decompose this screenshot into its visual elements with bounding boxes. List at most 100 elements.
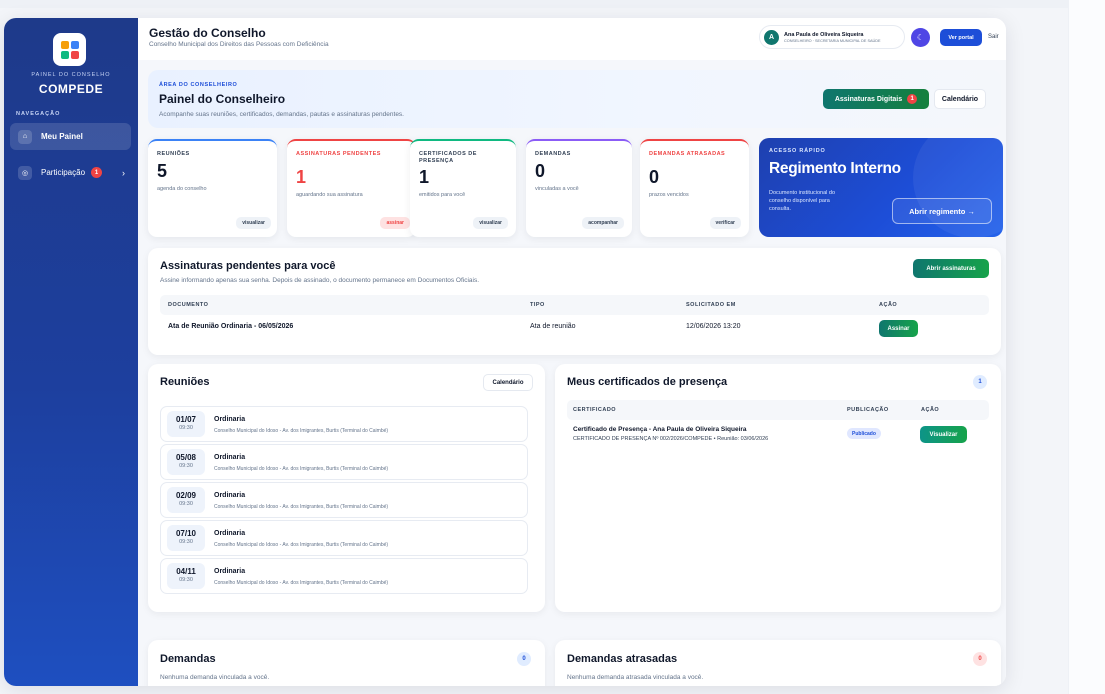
requested-date: 12/06/2026 13:20 xyxy=(686,323,741,330)
list-item[interactable]: 02/09 09:30 Ordinaria Conselho Municipal … xyxy=(160,482,528,518)
status-badge: Publicado xyxy=(847,428,881,439)
meeting-date: 05/08 09:30 xyxy=(167,449,205,475)
sidebar: PAINEL DO CONSELHO COMPEDE NAVEGAÇÃO ⌂ M… xyxy=(4,18,138,686)
stat-value: 5 xyxy=(157,161,168,181)
time: 09:30 xyxy=(179,501,193,507)
app-window: PAINEL DO CONSELHO COMPEDE NAVEGAÇÃO ⌂ M… xyxy=(4,18,1006,686)
column-header: AÇÃO xyxy=(921,407,940,413)
sign-button[interactable]: assinar xyxy=(380,217,410,229)
list-item[interactable]: 07/10 09:30 Ordinaria Conselho Municipal … xyxy=(160,520,528,556)
count-badge: 1 xyxy=(973,375,987,389)
date: 02/09 xyxy=(175,491,197,500)
view-portal-button[interactable]: Ver portal xyxy=(940,29,982,46)
sidebar-title: COMPEDE xyxy=(38,82,104,96)
stat-card-certificados: CERTIFICADOS DE PRESENÇA 1 emitidos para… xyxy=(410,139,516,237)
hero-subtitle: Acompanhe suas reuniões, certificados, d… xyxy=(159,111,404,118)
panel-title: Assinaturas pendentes para você xyxy=(160,260,336,272)
time: 09:30 xyxy=(179,577,193,583)
date: 01/07 xyxy=(175,415,197,424)
stat-value: 1 xyxy=(296,167,307,187)
digital-signatures-button[interactable]: Assinaturas Digitais 1 xyxy=(823,89,929,109)
right-gutter xyxy=(1068,0,1105,694)
moon-icon: ☾ xyxy=(916,33,925,42)
meeting-date: 07/10 09:30 xyxy=(167,525,205,551)
user-role: CONSELHEIRO · SECRETARIA MUNICIPAL DE SA… xyxy=(784,38,881,43)
panel-title: Meus certificados de presença xyxy=(567,376,728,388)
calendar-button[interactable]: Calendário xyxy=(934,89,986,109)
meeting-type: Ordinaria xyxy=(214,416,246,423)
page-subtitle: Conselho Municipal dos Direitos das Pess… xyxy=(149,41,329,48)
table-header: DOCUMENTO TIPO SOLICITADO EM AÇÃO xyxy=(160,295,989,315)
meetings-calendar-button[interactable]: Calendário xyxy=(483,374,533,391)
count-badge: 0 xyxy=(973,652,987,666)
stat-label: CERTIFICADOS DE PRESENÇA xyxy=(419,151,477,164)
council-logo xyxy=(53,33,86,66)
stat-value: 0 xyxy=(649,167,660,187)
circle-icon: ◎ xyxy=(18,165,32,180)
background-strip xyxy=(0,0,1068,8)
empty-state-text: Nenhuma demanda atrasada vinculada a voc… xyxy=(567,674,704,681)
pending-signatures-panel: Assinaturas pendentes para você Assine i… xyxy=(148,248,1001,355)
stat-value: 1 xyxy=(419,167,430,187)
open-rules-button[interactable]: Abrir regimento → xyxy=(892,198,992,224)
list-item[interactable]: 05/08 09:30 Ordinaria Conselho Municipal … xyxy=(160,444,528,480)
late-demands-panel: Demandas atrasadas 0 Nenhuma demanda atr… xyxy=(555,640,1001,686)
logout-link[interactable]: Sair xyxy=(988,34,999,40)
main-content: ÁREA DO CONSELHEIRO Painel do Conselheir… xyxy=(138,60,1006,686)
notification-badge: 1 xyxy=(907,94,918,104)
hero-banner: ÁREA DO CONSELHEIRO Painel do Conselheir… xyxy=(148,70,1001,128)
stat-description: aguardando sua assinatura xyxy=(296,192,363,198)
quick-access-description: Documento institucional do conselho disp… xyxy=(769,190,836,212)
document-name: Ata de Reunião Ordinaria - 06/05/2026 xyxy=(168,323,294,330)
sign-document-button[interactable]: Assinar xyxy=(879,320,918,337)
stat-description: vinculadas a você xyxy=(535,186,579,192)
empty-state-text: Nenhuma demanda vinculada a você. xyxy=(160,674,270,681)
quick-access-card: ACESSO RÁPIDO Regimento Interno Document… xyxy=(759,138,1003,237)
stat-description: emitidos para você xyxy=(419,192,466,198)
user-profile[interactable]: A Ana Paula de Oliveira Siqueira CONSELH… xyxy=(759,25,905,49)
sidebar-item-meu-painel[interactable]: ⌂ Meu Painel xyxy=(10,123,131,150)
view-certificates-button[interactable]: visualizar xyxy=(473,217,508,229)
list-item[interactable]: 04/11 09:30 Ordinaria Conselho Municipal … xyxy=(160,558,528,594)
panel-title: Reuniões xyxy=(160,376,210,388)
meeting-location: Conselho Municipal do Idoso - Av. dos Im… xyxy=(214,504,389,510)
sidebar-item-participacao[interactable]: ◎ Participação 1 › xyxy=(10,159,131,186)
document-type: Ata de reunião xyxy=(530,323,576,330)
meeting-date: 04/11 09:30 xyxy=(167,563,205,589)
meeting-type: Ordinaria xyxy=(214,530,246,537)
view-certificate-button[interactable]: Visualizar xyxy=(920,426,967,443)
stat-card-assinaturas: ASSINATURAS PENDENTES 1 aguardando sua a… xyxy=(287,139,416,237)
meeting-type: Ordinaria xyxy=(214,454,246,461)
stat-label: DEMANDAS xyxy=(535,151,571,157)
column-header: SOLICITADO EM xyxy=(686,302,736,308)
stat-card-demandas: DEMANDAS 0 vinculadas a você acompanhar xyxy=(526,139,632,237)
meeting-type: Ordinaria xyxy=(214,568,246,575)
avatar: A xyxy=(764,29,779,45)
table-header: CERTIFICADO PUBLICAÇÃO AÇÃO xyxy=(567,400,989,420)
meeting-location: Conselho Municipal do Idoso - Av. dos Im… xyxy=(214,542,389,548)
list-item[interactable]: 01/07 09:30 Ordinaria Conselho Municipal … xyxy=(160,406,528,442)
column-header: AÇÃO xyxy=(879,302,898,308)
hero-title: Painel do Conselheiro xyxy=(159,92,286,106)
date: 05/08 xyxy=(175,453,197,462)
verify-button[interactable]: verificar xyxy=(709,217,741,229)
meeting-date: 01/07 09:30 xyxy=(167,411,205,437)
top-header: Gestão do Conselho Conselho Municipal do… xyxy=(138,18,1006,60)
theme-toggle-button[interactable]: ☾ xyxy=(911,28,930,47)
stat-card-demandas-atrasadas: DEMANDAS ATRASADAS 0 prazos vencidos ver… xyxy=(640,139,749,237)
view-meetings-button[interactable]: visualizar xyxy=(236,217,271,229)
count-badge: 0 xyxy=(517,652,531,666)
meeting-location: Conselho Municipal do Idoso - Av. dos Im… xyxy=(214,466,389,472)
button-label: Assinaturas Digitais xyxy=(834,95,903,103)
stat-description: prazos vencidos xyxy=(649,192,689,198)
notification-badge: 1 xyxy=(91,167,103,178)
certificate-name: Certificado de Presença - Ana Paula de O… xyxy=(573,426,747,433)
stat-label: ASSINATURAS PENDENTES xyxy=(296,151,381,157)
open-signatures-button[interactable]: Abrir assinaturas xyxy=(913,259,989,278)
follow-demands-button[interactable]: acompanhar xyxy=(582,217,624,229)
date: 07/10 xyxy=(175,529,197,538)
date: 04/11 xyxy=(176,567,196,576)
user-name: Ana Paula de Oliveira Siqueira xyxy=(784,31,864,38)
page-title: Gestão do Conselho xyxy=(149,26,266,40)
column-header: TIPO xyxy=(530,302,545,308)
